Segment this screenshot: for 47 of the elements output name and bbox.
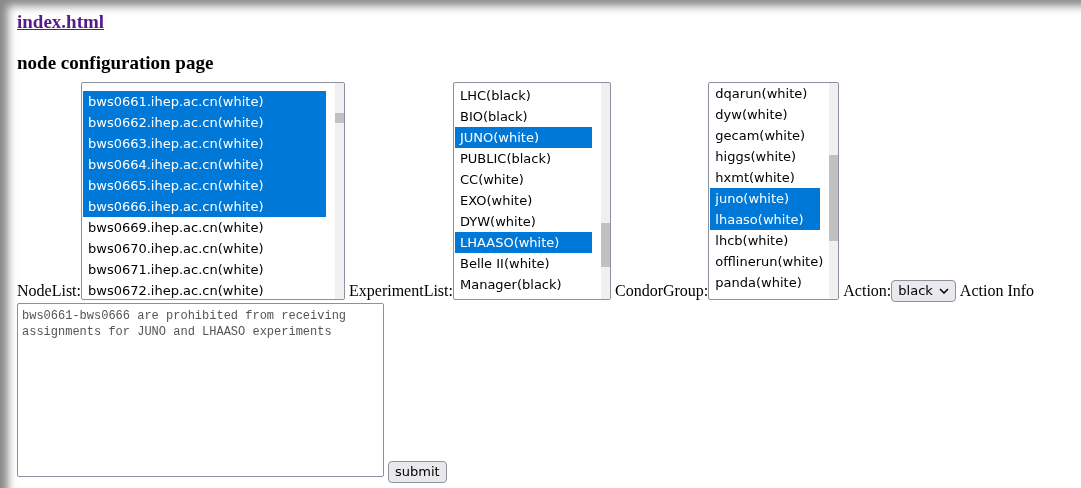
list-option[interactable]: BIO(black) <box>455 106 592 127</box>
scrollbar[interactable] <box>335 83 344 299</box>
action-info-textarea[interactable]: bws0661-bws0666 are prohibited from receiving assignments for JUNO and LHAASO experiments <box>17 303 384 477</box>
list-option[interactable]: DYW(white) <box>455 211 592 232</box>
list-option[interactable]: higgs(white) <box>710 146 821 167</box>
list-option[interactable]: PUBLIC(black) <box>455 148 592 169</box>
list-option[interactable]: dqarun(white) <box>710 83 821 104</box>
page-heading: node configuration page <box>17 51 215 75</box>
list-option[interactable]: gecam(white) <box>710 125 821 146</box>
list-option[interactable]: hxmt(white) <box>710 167 821 188</box>
chevron-down-icon <box>938 288 949 294</box>
scrollbar[interactable] <box>829 83 839 299</box>
list-option[interactable]: offlinerun(white) <box>710 251 821 272</box>
list-option[interactable]: bws0662.ihep.ac.cn(white) <box>83 112 326 133</box>
field-label: Action: <box>843 282 892 300</box>
submit-button[interactable]: submit <box>388 461 447 483</box>
list-option[interactable]: Manager(black) <box>455 274 592 295</box>
list-option[interactable]: bws0669.ihep.ac.cn(white) <box>83 217 326 238</box>
field-label: Action Info <box>959 282 1035 300</box>
list-option[interactable]: bws0672.ihep.ac.cn(white) <box>83 280 326 299</box>
list-option[interactable]: LHC(black) <box>455 85 592 106</box>
index-link[interactable]: index.html <box>17 11 105 32</box>
list-box[interactable]: LHC(black) BIO(black) JUNO(white) PUBLIC(black) CC(white) EXO(white) DYW(white) LHAASO(white) Belle II(white) Manager(black) <box>453 82 611 300</box>
list-option[interactable]: Belle II(white) <box>455 253 592 274</box>
list-option[interactable]: CC(white) <box>455 169 592 190</box>
list-option[interactable]: panda(white) <box>710 272 821 293</box>
field-label: CondorGroup: <box>615 282 709 300</box>
list-option[interactable]: bws0665.ihep.ac.cn(white) <box>83 175 326 196</box>
list-option[interactable]: EXO(white) <box>455 190 592 211</box>
list-option[interactable]: LHAASO(white) <box>455 232 592 253</box>
list-option[interactable]: bws0663.ihep.ac.cn(white) <box>83 133 326 154</box>
list-option[interactable]: bws0671.ihep.ac.cn(white) <box>83 259 326 280</box>
list-option[interactable]: bws0664.ihep.ac.cn(white) <box>83 154 326 175</box>
list-option[interactable]: juno(white) <box>710 188 821 209</box>
list-option[interactable]: bws0661.ihep.ac.cn(white) <box>83 91 326 112</box>
list-box[interactable] <box>81 82 345 300</box>
list-option[interactable]: bws0666.ihep.ac.cn(white) <box>83 196 326 217</box>
field-label: ExperimentList: <box>349 282 453 300</box>
field-label: NodeList: <box>17 282 81 300</box>
list-box[interactable]: dqarun(white) dyw(white) gecam(white) higgs(white) hxmt(white) juno(white) lhaaso(white) lhcb(white) offlinerun(white) panda(white) <box>708 82 840 300</box>
list-option[interactable]: JUNO(white) <box>455 127 592 148</box>
scrollbar[interactable] <box>601 83 610 299</box>
list-option[interactable]: lhaaso(white) <box>710 209 821 230</box>
list-option[interactable]: lhcb(white) <box>710 230 821 251</box>
list-option[interactable]: dyw(white) <box>710 104 821 125</box>
list-option[interactable]: bws0670.ihep.ac.cn(white) <box>83 238 326 259</box>
action-dropdown[interactable]: black <box>891 280 956 302</box>
